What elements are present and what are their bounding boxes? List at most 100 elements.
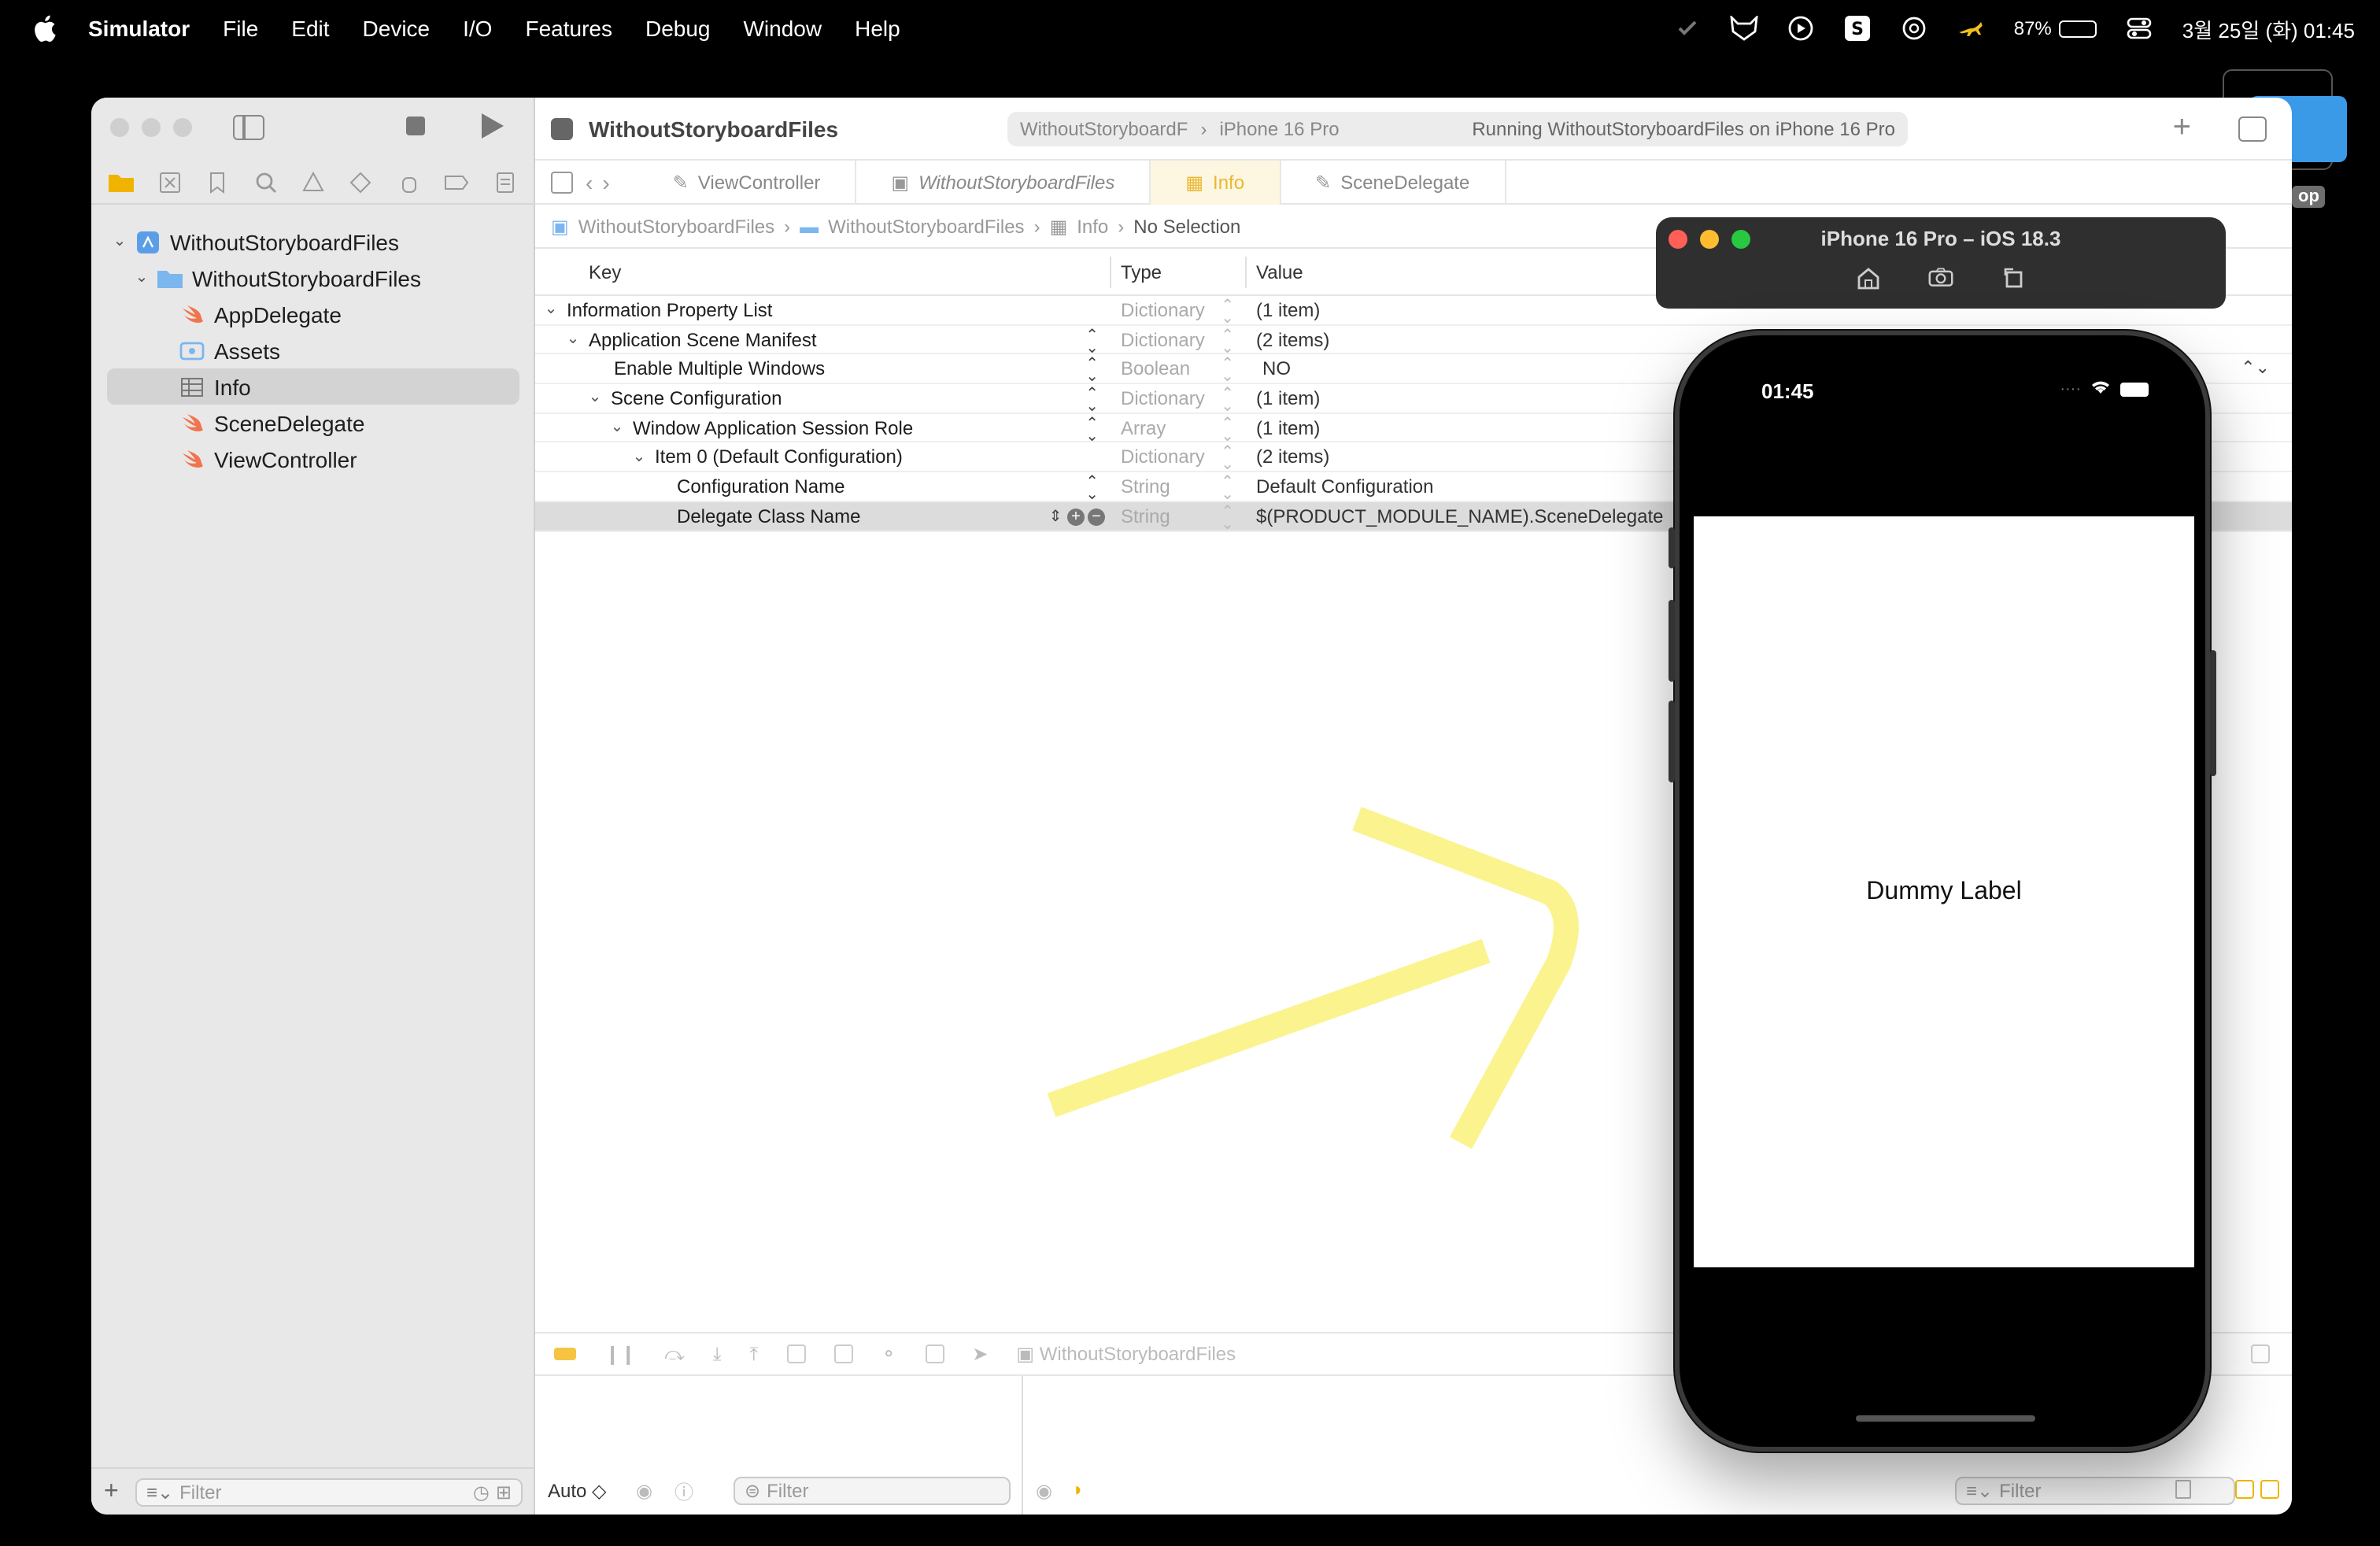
breadcrumb-project[interactable]: WithoutStoryboardFiles <box>578 215 774 237</box>
breadcrumb-group[interactable]: WithoutStoryboardFiles <box>828 215 1024 237</box>
sidebar-toggle-icon[interactable] <box>233 115 264 140</box>
environment-overrides-icon[interactable] <box>925 1344 944 1363</box>
menu-window[interactable]: Window <box>744 16 822 41</box>
add-icon[interactable]: + <box>2173 110 2191 146</box>
folder-icon[interactable] <box>109 169 135 194</box>
row-value[interactable]: NO <box>1247 357 1291 379</box>
bookmark-icon[interactable] <box>205 169 230 194</box>
chevron-down-icon[interactable]: ⌄ <box>586 389 604 408</box>
tree-item-info[interactable]: Info <box>107 368 519 405</box>
row-value[interactable]: Default Configuration <box>1247 475 1433 497</box>
stepper-icon[interactable]: ⌃ ⌄ <box>1221 298 1234 327</box>
side-button[interactable] <box>2210 650 2216 776</box>
test-icon[interactable] <box>349 169 374 194</box>
menu-features[interactable]: Features <box>525 16 612 41</box>
chevron-down-icon[interactable]: ⌄ <box>630 448 649 467</box>
tab-scenedelegate[interactable]: ✎ SceneDelegate <box>1281 160 1506 204</box>
warning-icon[interactable] <box>301 169 326 194</box>
chatgpt-icon[interactable] <box>1901 14 1929 43</box>
stepper-icon[interactable]: ⌃ ⌄ <box>1221 357 1234 385</box>
runcat-icon[interactable] <box>1957 14 1986 43</box>
remove-row-icon[interactable]: − <box>1088 508 1105 526</box>
zoom-button[interactable] <box>173 118 192 137</box>
tab-viewcontroller[interactable]: ✎ ViewController <box>638 160 857 204</box>
menu-help[interactable]: Help <box>855 16 900 41</box>
tree-item-assets[interactable]: Assets <box>107 332 519 368</box>
step-out-icon[interactable]: ⤒ <box>750 1342 759 1366</box>
action-button[interactable] <box>1669 527 1675 568</box>
trash-icon[interactable] <box>2175 1480 2191 1499</box>
activity-view[interactable]: WithoutStoryboardF › iPhone 16 Pro Runni… <box>1007 112 1908 146</box>
info-icon[interactable]: ⓘ <box>674 1478 693 1504</box>
chevron-down-icon[interactable]: ⌄ <box>110 232 129 251</box>
control-center-icon[interactable] <box>2126 14 2154 43</box>
breakpoint-icon[interactable] <box>445 169 470 194</box>
memory-graph-icon[interactable] <box>833 1344 853 1363</box>
menu-app-simulator[interactable]: Simulator <box>88 16 190 41</box>
add-file-button[interactable]: + <box>104 1478 126 1506</box>
column-type[interactable]: Type <box>1111 256 1247 287</box>
source-control-icon[interactable] <box>157 169 182 194</box>
tab-project[interactable]: ▣ WithoutStoryboardFiles <box>856 160 1151 204</box>
column-key[interactable]: Key <box>535 256 1111 287</box>
variables-scope-select[interactable]: Auto ◇ <box>548 1480 623 1502</box>
recent-files-icon[interactable]: ◷ <box>473 1481 490 1503</box>
stepper-icon[interactable]: ⌃ ⌄ <box>1221 446 1234 474</box>
pause-icon[interactable]: ❙❙ <box>604 1343 636 1365</box>
stepper-icon[interactable]: ⌃ ⌄ <box>1221 386 1234 415</box>
console-filter-input[interactable]: ≡⌄ Filter <box>1955 1477 2235 1505</box>
back-forward-icon[interactable]: ‹› <box>586 169 619 194</box>
stepper-icon[interactable]: ⌃ ⌄ <box>1221 416 1234 444</box>
console-toggle-icon[interactable] <box>2251 1344 2270 1363</box>
view-hierarchy-icon[interactable] <box>786 1344 806 1363</box>
stepper-icon[interactable]: ⌃ ⌄ <box>1085 475 1099 503</box>
chevron-down-icon[interactable]: ⌄ <box>608 418 626 437</box>
s-app-icon[interactable]: S <box>1844 14 1872 43</box>
step-over-icon[interactable]: ⤼ <box>664 1342 685 1366</box>
search-icon[interactable] <box>253 169 278 194</box>
fox-icon[interactable] <box>1731 14 1759 43</box>
run-destination[interactable]: iPhone 16 Pro <box>1219 118 1339 140</box>
tree-item-group[interactable]: ⌄ WithoutStoryboardFiles <box>107 260 519 296</box>
chevron-down-icon[interactable]: ⌄ <box>541 301 560 320</box>
step-into-icon[interactable]: ⤓ <box>713 1342 722 1366</box>
stepper-icon[interactable]: ⌃ ⌄ <box>1085 386 1099 415</box>
chevron-down-icon[interactable]: ⌄ <box>564 330 582 349</box>
tree-item-project[interactable]: ⌄ WithoutStoryboardFiles <box>107 224 519 260</box>
variables-filter-input[interactable]: ⊜ Filter <box>734 1477 1011 1505</box>
scm-filter-icon[interactable]: ⊞ <box>496 1481 512 1503</box>
left-pane-icon[interactable] <box>2235 1480 2254 1499</box>
breakpoints-toggle-icon[interactable] <box>554 1348 576 1360</box>
tab-info[interactable]: ▦ Info <box>1151 160 1281 204</box>
rotate-icon[interactable] <box>2001 264 2026 290</box>
battery-indicator[interactable]: 87% <box>2014 17 2097 39</box>
value-popup-icon[interactable]: ⌃⌄ <box>2241 358 2270 379</box>
stepper-icon[interactable]: ⌃ ⌄ <box>1085 357 1099 385</box>
menu-debug[interactable]: Debug <box>645 16 711 41</box>
tree-item-viewcontroller[interactable]: ViewController <box>107 441 519 477</box>
screenshot-icon[interactable] <box>1928 264 1953 290</box>
play-circle-icon[interactable] <box>1787 14 1816 43</box>
navigator-filter-input[interactable]: ≡⌄ Filter ◷ ⊞ <box>135 1478 523 1506</box>
menu-file[interactable]: File <box>223 16 258 41</box>
menu-device[interactable]: Device <box>363 16 431 41</box>
volume-down-button[interactable] <box>1669 701 1675 782</box>
menu-io[interactable]: I/O <box>463 16 492 41</box>
eye-icon[interactable]: ◉ <box>636 1480 652 1502</box>
minimize-button[interactable] <box>142 118 161 137</box>
breadcrumb-selection[interactable]: No Selection <box>1133 215 1240 237</box>
eye-icon[interactable]: ◉ <box>1036 1480 1052 1502</box>
home-icon[interactable] <box>1856 264 1881 290</box>
right-pane-icon[interactable] <box>2260 1480 2279 1499</box>
apple-menu-icon[interactable] <box>31 14 63 43</box>
menubar-clock[interactable]: 3월 25일 (화) 01:45 <box>2182 13 2355 43</box>
menu-edit[interactable]: Edit <box>291 16 329 41</box>
breadcrumb-file[interactable]: Info <box>1077 215 1108 237</box>
stepper-icon[interactable]: ⇕ <box>1047 508 1064 525</box>
scheme-target[interactable]: WithoutStoryboardF <box>1020 118 1188 140</box>
add-row-icon[interactable]: + <box>1067 508 1085 526</box>
tree-item-appdelegate[interactable]: AppDelegate <box>107 296 519 332</box>
run-button[interactable] <box>482 113 504 139</box>
stepper-icon[interactable]: ⌃ ⌄ <box>1085 327 1099 356</box>
filter-options-icon[interactable]: ≡⌄ <box>146 1481 173 1503</box>
